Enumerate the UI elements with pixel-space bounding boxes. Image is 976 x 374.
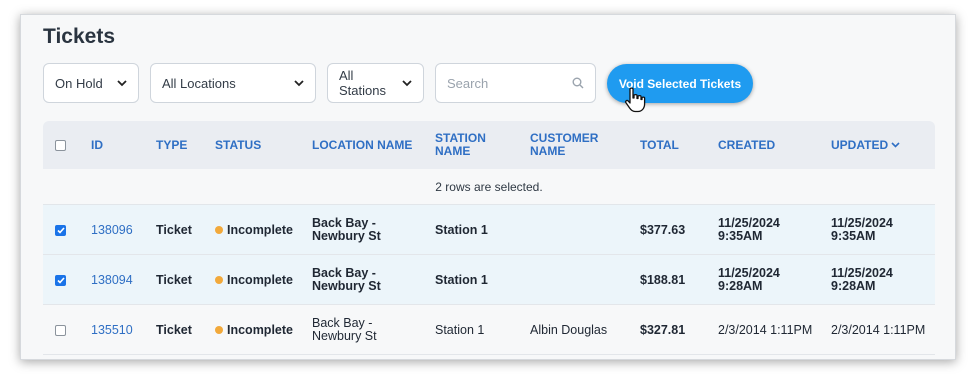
- status-dot-icon: [215, 226, 223, 234]
- hand-pointer-cursor-icon: [624, 87, 646, 113]
- search-input[interactable]: Search: [435, 63, 596, 103]
- chevron-down-icon: [294, 79, 304, 87]
- station-filter-select[interactable]: All Stations: [327, 63, 424, 103]
- ticket-status-label: Incomplete: [227, 272, 293, 287]
- tickets-table: ID TYPE STATUS LOCATION NAME STATION NAM…: [43, 121, 935, 355]
- ticket-type: Ticket: [156, 322, 192, 337]
- ticket-status: Incomplete: [215, 205, 293, 255]
- station-filter-value: All Stations: [339, 68, 386, 98]
- ticket-status-label: Incomplete: [227, 222, 293, 237]
- chevron-down-icon: [402, 79, 412, 87]
- selection-note: 2 rows are selected.: [43, 169, 935, 205]
- ticket-type: Ticket: [156, 222, 192, 237]
- station-name: Station 1: [435, 322, 485, 337]
- ticket-total: $188.81: [640, 272, 686, 287]
- ticket-total: $327.81: [640, 322, 686, 337]
- header-customer-name[interactable]: CUSTOMER NAME: [530, 121, 598, 169]
- table-row[interactable]: 135510 Ticket Incomplete Back Bay - Newbury …: [43, 305, 935, 355]
- sort-desc-chevron-icon: [891, 142, 900, 148]
- customer-name: Albin Douglas: [530, 322, 608, 337]
- header-updated-label: UPDATED: [831, 137, 889, 152]
- ticket-id-link[interactable]: 138096: [91, 205, 133, 255]
- chevron-down-icon: [117, 79, 127, 87]
- location-name: Back Bay - Newbury St: [312, 255, 381, 305]
- header-station-name[interactable]: STATION NAME: [435, 121, 486, 169]
- header-id[interactable]: ID: [91, 121, 103, 169]
- header-customer-line2: NAME: [530, 144, 566, 158]
- search-placeholder: Search: [447, 75, 489, 91]
- location-name-line2: Newbury St: [312, 229, 381, 243]
- updated-date: 11/25/2024 9:35AM: [831, 205, 893, 255]
- table-row[interactable]: 138094 Ticket Incomplete Back Bay - Newbury …: [43, 255, 935, 305]
- created-date-line2: 9:28AM: [718, 279, 763, 293]
- updated-date-line2: 9:28AM: [831, 279, 876, 293]
- ticket-id-link[interactable]: 138094: [91, 255, 133, 305]
- updated-date: 11/25/2024 9:28AM: [831, 255, 893, 305]
- status-filter-value: On Hold: [55, 75, 103, 91]
- updated-date-line2: 9:35AM: [831, 229, 876, 243]
- page-title: Tickets: [43, 25, 115, 48]
- created-date-line2: 9:35AM: [718, 229, 763, 243]
- select-all-checkbox[interactable]: [55, 121, 66, 169]
- header-type[interactable]: TYPE: [156, 121, 187, 169]
- row-checkbox[interactable]: [55, 205, 66, 255]
- location-name-line2: Newbury St: [312, 279, 381, 293]
- header-created[interactable]: CREATED: [718, 121, 775, 169]
- header-updated[interactable]: UPDATED: [831, 121, 900, 169]
- created-date: 11/25/2024 9:28AM: [718, 255, 780, 305]
- station-name: Station 1: [435, 272, 488, 287]
- location-filter-select[interactable]: All Locations: [150, 63, 316, 103]
- status-dot-icon: [215, 326, 223, 334]
- status-dot-icon: [215, 276, 223, 284]
- ticket-status: Incomplete: [215, 255, 293, 305]
- table-row[interactable]: 138096 Ticket Incomplete Back Bay - Newbury …: [43, 205, 935, 255]
- location-filter-value: All Locations: [162, 75, 236, 91]
- updated-date-line1: 2/3/2014 1:11PM: [831, 322, 926, 337]
- table-header: ID TYPE STATUS LOCATION NAME STATION NAM…: [43, 121, 935, 169]
- created-date: 11/25/2024 9:35AM: [718, 205, 780, 255]
- location-name: Back Bay - Newbury St: [312, 205, 381, 255]
- header-station-line2: NAME: [435, 144, 471, 158]
- station-name: Station 1: [435, 222, 488, 237]
- location-name-line2: Newbury St: [312, 329, 377, 343]
- status-filter-select[interactable]: On Hold: [43, 63, 139, 103]
- updated-date: 2/3/2014 1:11PM: [831, 305, 925, 355]
- tickets-panel: Tickets On Hold All Locations All Statio…: [20, 14, 956, 360]
- ticket-type: Ticket: [156, 272, 192, 287]
- location-name: Back Bay - Newbury St: [312, 305, 377, 355]
- header-total[interactable]: TOTAL: [640, 121, 679, 169]
- ticket-id-link[interactable]: 135510: [91, 305, 133, 355]
- search-icon: [572, 77, 584, 89]
- ticket-status: Incomplete: [215, 305, 293, 355]
- ticket-total: $377.63: [640, 222, 686, 237]
- created-date-line1: 2/3/2014 1:11PM: [718, 322, 813, 337]
- header-status[interactable]: STATUS: [215, 121, 261, 169]
- row-checkbox[interactable]: [55, 305, 66, 355]
- ticket-status-label: Incomplete: [227, 322, 293, 337]
- header-location-name[interactable]: LOCATION NAME: [312, 121, 412, 169]
- created-date: 2/3/2014 1:11PM: [718, 305, 812, 355]
- row-checkbox[interactable]: [55, 255, 66, 305]
